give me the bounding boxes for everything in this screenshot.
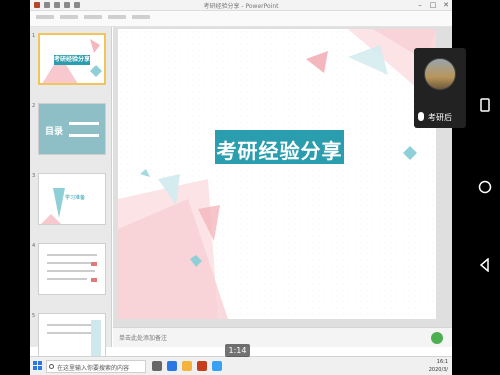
thumbnail-line	[47, 262, 91, 264]
notes-placeholder[interactable]: 单击此处添加备注	[119, 333, 167, 342]
clock-time: 16:1	[436, 359, 448, 365]
ribbon-tab[interactable]	[84, 15, 102, 19]
thumbnail-title-box: 考研经验分享	[54, 55, 90, 65]
thumbnail-line	[47, 254, 97, 256]
edge-browser-icon[interactable]	[167, 361, 177, 371]
thumbnail-number: 1	[32, 33, 36, 39]
ribbon-tab[interactable]	[132, 15, 150, 19]
thumbnail-line	[69, 122, 99, 125]
participant-video-tile[interactable]: 考研后	[414, 48, 466, 128]
taskbar: 在这里输入你要搜索的内容 16:1 2020/3/	[30, 356, 452, 375]
thumbnail-line	[47, 278, 87, 280]
slide-thumbnails-pane: 1 考研经验分享 2 目录 3 学习准备 4 5	[30, 27, 112, 365]
minimize-button[interactable]: –	[414, 0, 426, 11]
thumbnail-title: 目录	[45, 127, 64, 137]
close-button[interactable]: ✕	[440, 0, 452, 11]
notes-pane[interactable]: 单击此处添加备注	[113, 327, 452, 347]
app-icon[interactable]	[212, 361, 222, 371]
clock-date: 2020/3/	[428, 367, 448, 373]
home-icon[interactable]	[478, 180, 492, 194]
video-timestamp: 1:14	[225, 344, 250, 357]
ribbon-tab[interactable]	[108, 15, 126, 19]
slide-title[interactable]: 考研经验分享	[215, 135, 344, 164]
thumbnail-number: 4	[32, 243, 36, 249]
slide-title-box[interactable]: 考研经验分享	[215, 130, 344, 164]
thumbnail-marker	[91, 262, 97, 266]
ribbon-tab[interactable]	[60, 15, 78, 19]
windows-start-icon[interactable]	[33, 361, 43, 371]
title-bar: 考研经验分享 - PowerPoint – □ ✕	[30, 0, 452, 11]
maximize-button[interactable]: □	[427, 0, 439, 11]
taskbar-search-box[interactable]: 在这里输入你要搜索的内容	[46, 360, 146, 373]
slide-canvas[interactable]: 考研经验分享	[118, 29, 436, 319]
thumbnail-slide-1[interactable]: 考研经验分享	[38, 33, 106, 85]
thumbnail-slide-3[interactable]: 学习准备	[38, 173, 106, 225]
zoom-fit-icon[interactable]	[430, 331, 444, 345]
thumbnail-line	[47, 270, 95, 272]
search-icon	[49, 364, 54, 369]
thumbnail-line	[47, 324, 97, 326]
participant-name: 考研后	[428, 113, 452, 122]
powerpoint-icon[interactable]	[197, 361, 207, 371]
taskbar-clock[interactable]: 16:1 2020/3/	[429, 358, 448, 374]
participant-avatar	[424, 58, 456, 90]
thumbnail-slide-4[interactable]	[38, 243, 106, 295]
window-title: 考研经验分享 - PowerPoint	[203, 3, 279, 10]
thumbnail-line	[47, 332, 91, 334]
search-placeholder: 在这里输入你要搜索的内容	[57, 365, 130, 372]
thumbnail-number: 2	[32, 103, 36, 109]
ribbon-tab[interactable]	[36, 15, 54, 19]
slide-decoration	[118, 29, 436, 319]
slide-editor-area: 考研经验分享	[113, 27, 452, 327]
microphone-icon	[418, 112, 424, 121]
thumbnail-decoration	[91, 320, 101, 360]
file-explorer-icon[interactable]	[182, 361, 192, 371]
thumbnail-slide-2[interactable]: 目录	[38, 103, 106, 155]
thumbnail-number: 5	[32, 313, 36, 319]
back-icon[interactable]	[478, 258, 492, 272]
android-navigation-bar	[470, 0, 500, 375]
thumbnail-title: 学习准备	[65, 195, 86, 201]
thumbnail-line	[69, 134, 99, 137]
desktop-screen: 考研经验分享 - PowerPoint – □ ✕ 1 考研经验分享 2 目录	[30, 0, 452, 375]
thumbnail-marker	[91, 278, 97, 282]
task-view-icon[interactable]	[152, 361, 162, 371]
recent-apps-icon[interactable]	[478, 98, 492, 112]
thumbnail-title: 考研经验分享	[54, 56, 91, 63]
thumbnail-number: 3	[32, 173, 36, 179]
ribbon	[30, 11, 452, 27]
